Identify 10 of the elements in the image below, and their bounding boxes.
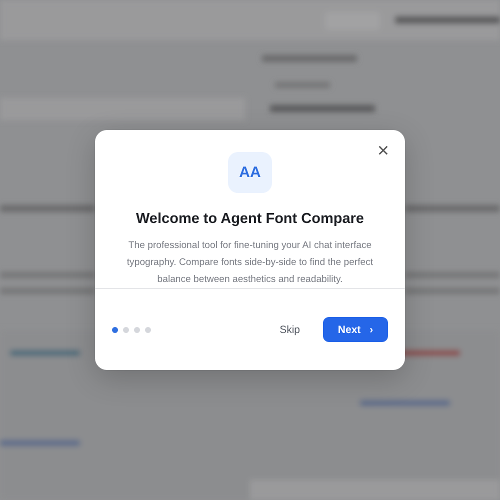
step-dot[interactable] (112, 326, 118, 332)
dialog-description: The professional tool for fine-tuning your AI chat interface typography. Compare fonts side-by-side to find the perfect balance between aesthetics and readability. (126, 239, 374, 287)
dialog-title: Welcome to Agent Font Compare (136, 211, 364, 227)
step-dot[interactable] (145, 326, 151, 332)
next-button[interactable]: Next › (323, 317, 388, 342)
font-icon: AA (228, 152, 272, 193)
step-dot[interactable] (134, 326, 140, 332)
close-button[interactable]: × (373, 140, 393, 162)
step-dot[interactable] (123, 326, 129, 332)
skip-button[interactable]: Skip (274, 320, 306, 340)
